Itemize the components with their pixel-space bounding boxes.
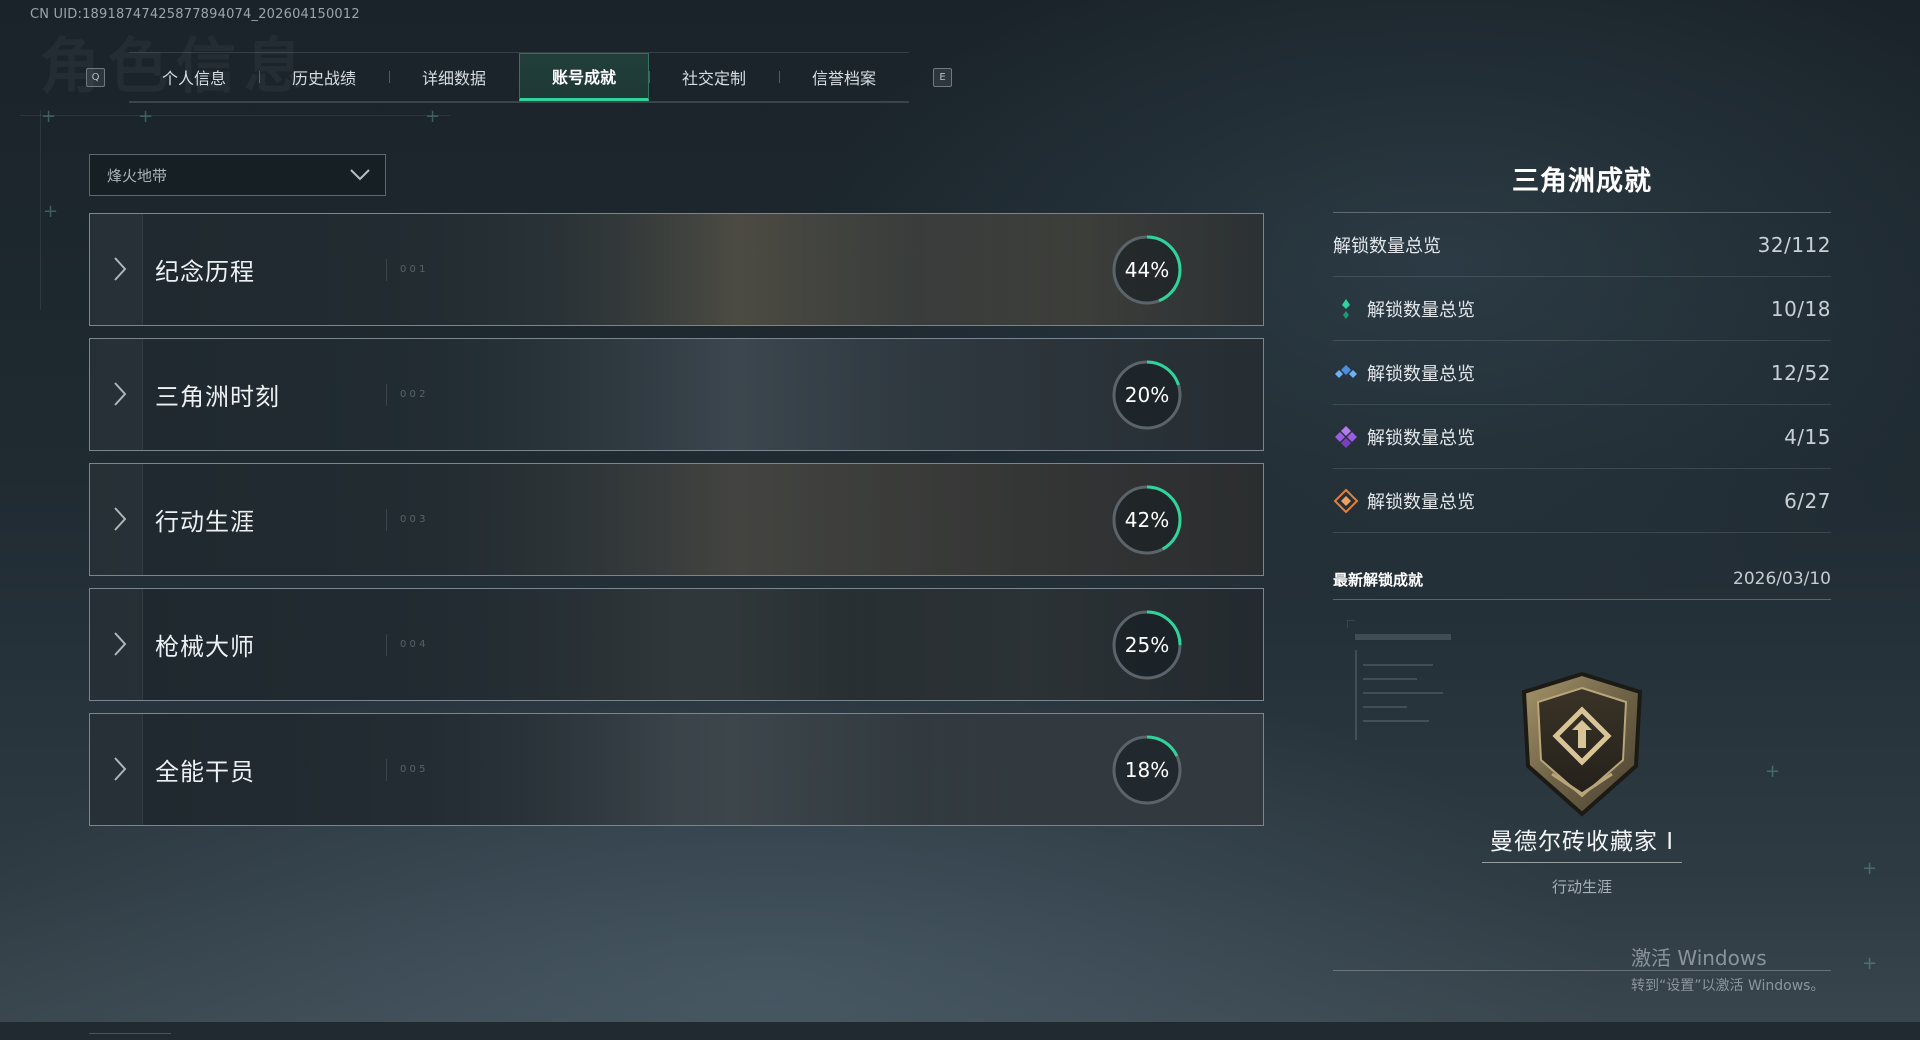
category-name: 纪念历程: [155, 258, 255, 286]
category-index: 0 0 1: [400, 264, 426, 275]
decor-cross: +: [1862, 858, 1878, 879]
divider: [386, 634, 387, 656]
watermark-line1: 激活 Windows: [1631, 946, 1767, 970]
latest-unlocked-date: 2026/03/10: [1733, 569, 1831, 589]
decor-line: [20, 115, 450, 116]
category-row[interactable]: 纪念历程 0 0 1 44%: [89, 213, 1264, 326]
player-uid: CN UID:18918747425877894074_202604150012: [30, 7, 360, 22]
stat-label-wrap: 解锁数量总览: [1333, 296, 1475, 322]
progress-percent: 42%: [1124, 508, 1170, 532]
bottom-tab-indicator: [89, 1033, 171, 1040]
stat-label: 解锁数量总览: [1333, 235, 1441, 257]
tab-list: 个人信息 历史战绩 详细数据 账号成就 社交定制 信誉档案: [129, 51, 909, 103]
progress-percent: 18%: [1124, 758, 1170, 782]
orange-diamond-icon: [1333, 488, 1359, 513]
decor-cross: +: [1862, 953, 1878, 974]
category-row[interactable]: 枪械大师 0 0 4 25%: [89, 588, 1264, 701]
decor-cross: +: [43, 201, 59, 222]
decor-cross: +: [41, 106, 57, 127]
bottom-bar: [0, 1022, 1920, 1040]
divider: [386, 384, 387, 406]
category-row[interactable]: 三角洲时刻 0 0 2 20%: [89, 338, 1264, 451]
category-index: 0 0 3: [400, 514, 426, 525]
key-hint-next[interactable]: E: [933, 67, 952, 87]
category-index: 0 0 5: [400, 764, 426, 775]
decor-line: [40, 110, 41, 310]
achievement-summary-panel: 三角洲成就 解锁数量总览 32/112 解锁数量总览 10/18 解锁数量总览 …: [1333, 160, 1831, 971]
progress-percent: 44%: [1124, 258, 1170, 282]
progress-percent: 25%: [1124, 633, 1170, 657]
purple-diamond-icon: [1335, 425, 1357, 448]
chevron-right-icon: [114, 257, 127, 281]
achievement-name-wrap: 曼德尔砖收藏家 I: [1333, 822, 1831, 863]
stat-label-wrap: 解锁数量总览: [1333, 360, 1475, 386]
decor-cross: +: [425, 106, 441, 127]
category-row[interactable]: 全能干员 0 0 5 18%: [89, 713, 1264, 826]
chevron-right-icon: [114, 757, 127, 781]
stat-label-wrap: 解锁数量总览: [1333, 488, 1475, 514]
shield-badge-icon: [1521, 671, 1643, 817]
category-name: 枪械大师: [155, 633, 255, 661]
green-diamond-icon: [1342, 298, 1350, 319]
stat-row-tier: 解锁数量总览 10/18: [1333, 277, 1831, 341]
latest-unlocked-label: 最新解锁成就: [1333, 570, 1424, 589]
latest-achievement-card[interactable]: 曼德尔砖收藏家 I 行动生涯: [1333, 600, 1831, 971]
banner-shade: [90, 589, 1263, 700]
stat-label: 解锁数量总览: [1367, 363, 1475, 385]
stat-row-total: 解锁数量总览 32/112: [1333, 213, 1831, 277]
mode-dropdown-value: 烽火地带: [107, 166, 168, 185]
stat-label: 解锁数量总览: [1367, 427, 1475, 449]
achievement-name: 曼德尔砖收藏家 I: [1481, 822, 1683, 863]
stat-label: 解锁数量总览: [1367, 491, 1475, 513]
blue-diamond-icon: [1335, 364, 1357, 378]
stat-row-tier: 解锁数量总览 12/52: [1333, 341, 1831, 405]
stat-value: 32/112: [1757, 232, 1831, 257]
tab-match-history[interactable]: 历史战绩: [259, 53, 389, 101]
category-name: 全能干员: [155, 758, 255, 786]
divider: [386, 509, 387, 531]
category-row[interactable]: 行动生涯 0 0 3 42%: [89, 463, 1264, 576]
stat-value: 4/15: [1784, 424, 1831, 449]
divider: [386, 259, 387, 281]
divider: [386, 759, 387, 781]
tab-bar: Q 个人信息 历史战绩 详细数据 账号成就 社交定制 信誉档案 E: [86, 51, 952, 103]
chevron-right-icon: [114, 382, 127, 406]
chevron-right-icon: [114, 632, 127, 656]
latest-unlocked-header: 最新解锁成就 2026/03/10: [1333, 559, 1831, 600]
stat-value: 10/18: [1770, 296, 1831, 321]
achievement-category-list: 纪念历程 0 0 1 44% 三角洲时刻 0 0 2 20% 行动生涯 0 0 …: [89, 213, 1264, 838]
mode-dropdown[interactable]: 烽火地带: [89, 154, 386, 196]
achievement-category: 行动生涯: [1551, 878, 1612, 896]
tab-detailed-data[interactable]: 详细数据: [389, 53, 519, 101]
category-index: 0 0 2: [400, 389, 426, 400]
key-hint-prev[interactable]: Q: [86, 67, 105, 87]
progress-percent: 20%: [1124, 383, 1170, 407]
stat-value: 6/27: [1784, 488, 1831, 513]
chevron-right-icon: [114, 507, 127, 531]
banner-shade: [90, 714, 1263, 825]
decor-cross: +: [138, 106, 154, 127]
banner-shade: [90, 464, 1263, 575]
stat-row-tier: 解锁数量总览 4/15: [1333, 405, 1831, 469]
watermark-line2: 转到“设置”以激活 Windows。: [1631, 978, 1825, 994]
stat-value: 12/52: [1770, 360, 1831, 385]
tab-achievements[interactable]: 账号成就: [519, 52, 649, 101]
stat-row-tier: 解锁数量总览 6/27: [1333, 469, 1831, 533]
hud-decoration: [1347, 620, 1451, 740]
stat-label: 解锁数量总览: [1367, 299, 1475, 321]
windows-activation-watermark: 激活 Windows 转到“设置”以激活 Windows。: [1631, 942, 1824, 995]
chevron-down-icon: [350, 169, 370, 181]
tab-reputation[interactable]: 信誉档案: [779, 53, 909, 101]
stat-label-wrap: 解锁数量总览: [1333, 424, 1475, 450]
tab-personal-info[interactable]: 个人信息: [129, 53, 259, 101]
category-name: 三角洲时刻: [155, 383, 280, 411]
banner-shade: [90, 214, 1263, 325]
category-name: 行动生涯: [155, 508, 255, 536]
category-index: 0 0 4: [400, 639, 426, 650]
panel-title: 三角洲成就: [1333, 160, 1831, 213]
tab-social-custom[interactable]: 社交定制: [649, 53, 779, 101]
